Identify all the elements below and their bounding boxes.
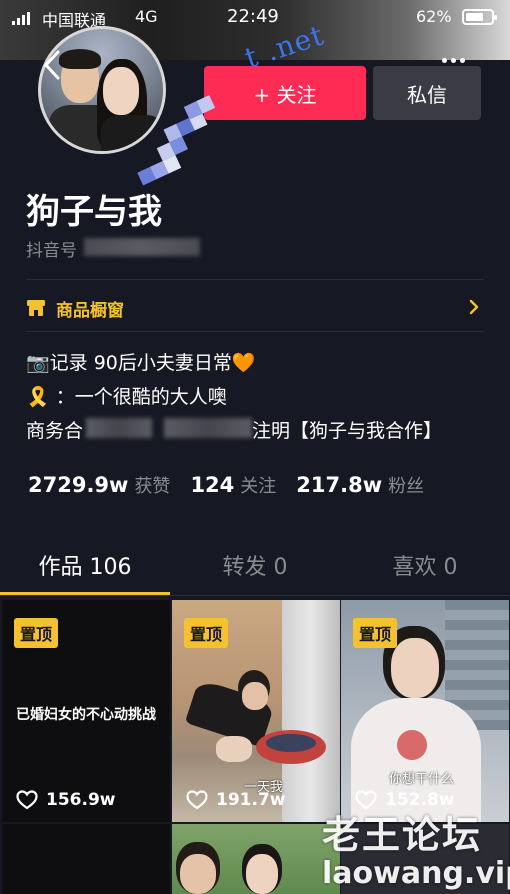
network-type: 4G: [135, 7, 158, 26]
bio-redacted: [86, 418, 152, 438]
video-cover-text: 已婚妇女的不心动挑战: [16, 707, 156, 723]
profile-nickname: 狗子与我: [26, 192, 162, 232]
chevron-left-icon: [44, 50, 60, 80]
following-label[interactable]: 关注: [240, 472, 276, 498]
bio-text: 商务合: [26, 420, 84, 442]
divider: [26, 279, 484, 280]
product-showcase-label: 商品橱窗: [56, 300, 124, 321]
status-bar: 中国联通 4G 22:49 62%: [0, 0, 510, 34]
douyin-id-label: 抖音号: [26, 241, 77, 261]
tab-divider: [0, 595, 510, 596]
video-caption: 你想干什么: [389, 772, 455, 787]
message-button[interactable]: 私信: [373, 66, 481, 120]
battery-percentage: 62%: [416, 7, 452, 26]
video-likes-count: 191.7w: [216, 790, 286, 810]
followers-label[interactable]: 粉丝: [388, 472, 424, 498]
video-thumbnail[interactable]: 置顶 已婚妇女的不心动挑战 156.9w: [2, 600, 170, 822]
bio-line: 商务合: [26, 416, 83, 443]
likes-count: 2729.9w: [28, 473, 129, 497]
pinned-badge: 置顶: [184, 618, 229, 648]
douyin-id-redacted: [84, 238, 200, 256]
status-time: 22:49: [227, 6, 279, 27]
bio-line: 📷记录 90后小夫妻日常🧡: [26, 352, 256, 374]
bio-line: 🎗️ ：一个很酷的大人噢: [26, 386, 227, 408]
video-likes: 156.9w: [16, 790, 115, 810]
bio-text: 注明【狗子与我合作】: [252, 420, 443, 442]
video-thumbnail[interactable]: [172, 824, 340, 894]
video-likes: 191.7w: [186, 790, 285, 810]
heart-icon: [186, 790, 208, 810]
tab-works[interactable]: 作品 106: [0, 546, 170, 596]
product-showcase-row[interactable]: 商品橱窗: [26, 290, 484, 326]
tab-active-indicator: [0, 592, 170, 595]
storefront-icon: [26, 299, 46, 317]
video-likes-count: 156.9w: [46, 790, 116, 810]
video-thumbnail[interactable]: 置顶 你想干什么 152.8w: [341, 600, 509, 822]
back-button[interactable]: [38, 48, 68, 82]
divider: [26, 331, 484, 332]
heart-icon: [16, 790, 38, 810]
followers-count[interactable]: 217.8w: [296, 473, 382, 497]
likes-label: 获赞: [134, 476, 171, 497]
content-tabs: 作品 106 转发 0 喜欢 0: [0, 546, 510, 596]
signal-strength-icon: [12, 11, 30, 25]
following-count[interactable]: 124: [190, 473, 234, 497]
site-watermark-url: laowang.vip: [322, 856, 510, 891]
battery-icon: [462, 9, 497, 25]
pinned-badge: 置顶: [353, 618, 398, 648]
tab-likes[interactable]: 喜欢 0: [340, 546, 510, 596]
tab-reposts[interactable]: 转发 0: [170, 546, 340, 596]
profile-stats: 2729.9w 获赞 124 关注 217.8w 粉丝: [28, 472, 444, 498]
video-thumbnail[interactable]: [2, 824, 170, 894]
chevron-right-icon: [469, 299, 479, 315]
bio-redacted: [164, 418, 252, 438]
pinned-badge: 置顶: [14, 618, 59, 648]
video-thumbnail[interactable]: 置顶 一天我 191.7w: [172, 600, 340, 822]
site-watermark-title: 老王论坛: [322, 813, 483, 857]
